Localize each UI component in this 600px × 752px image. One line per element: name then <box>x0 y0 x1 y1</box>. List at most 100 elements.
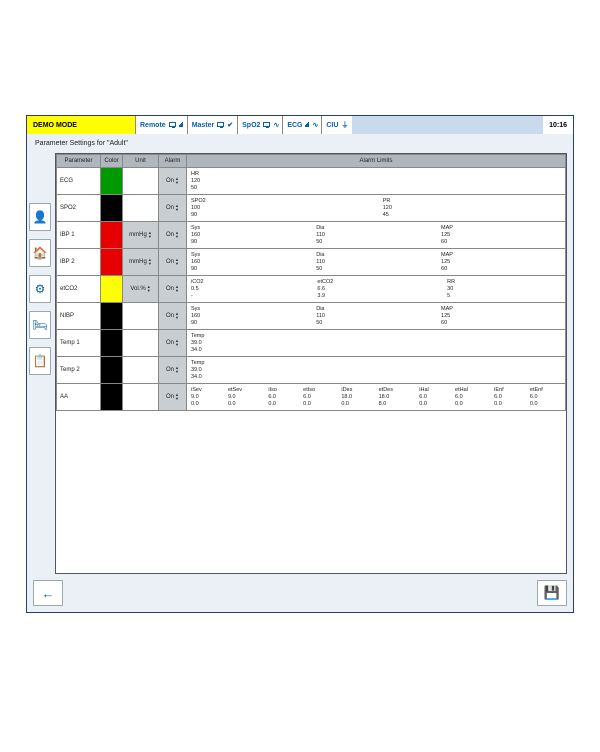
param-cell: etCO2 <box>57 276 101 303</box>
color-cell[interactable] <box>101 303 123 330</box>
clock: 10:16 <box>543 116 573 134</box>
table-row: etCO2 Vol.%▲▼On▲▼iCO20.5-etCO26.63.9RR305 <box>57 276 566 303</box>
limits-cell: iCO20.5-etCO26.63.9RR305 <box>187 276 566 303</box>
color-cell[interactable] <box>101 357 123 384</box>
limits-cell: Temp39.034.0 <box>187 330 566 357</box>
app-window: DEMO MODE RemoteMaster✔SpO2∿ECG∿CIU⏚ 10:… <box>26 115 574 613</box>
limits-cell: Sys16090Dia11050MAP12560 <box>187 249 566 276</box>
settings-icon: ⚙ <box>35 282 46 296</box>
wave-icon: ∿ <box>273 121 278 129</box>
unit-cell <box>123 168 159 195</box>
page-title: Parameter Settings for "Adult" <box>27 134 573 153</box>
table-row: NIBP On▲▼Sys16090Dia11050MAP12560 <box>57 303 566 330</box>
status-spo2[interactable]: SpO2∿ <box>237 116 282 134</box>
alarm-cell[interactable]: On▲▼ <box>159 357 187 384</box>
unit-cell[interactable]: Vol.%▲▼ <box>123 276 159 303</box>
status-master[interactable]: Master✔ <box>187 116 237 134</box>
color-swatch <box>101 249 122 275</box>
color-swatch <box>101 222 122 248</box>
color-swatch <box>101 330 122 356</box>
color-cell[interactable] <box>101 222 123 249</box>
table-row: SPO2 On▲▼SPO210090PR12045 <box>57 195 566 222</box>
color-swatch <box>101 195 122 221</box>
limits-cell: HR12050 <box>187 168 566 195</box>
col-header: Alarm <box>159 155 187 168</box>
unit-cell <box>123 330 159 357</box>
sidebar: 👤 🏠 ⚙ 🛏 📋 <box>27 153 53 574</box>
limits-cell: Temp39.034.0 <box>187 357 566 384</box>
unit-cell[interactable]: mmHg▲▼ <box>123 249 159 276</box>
color-cell[interactable] <box>101 168 123 195</box>
home-icon: 🏠 <box>33 246 48 260</box>
alarm-cell[interactable]: On▲▼ <box>159 384 187 411</box>
param-cell: ECG <box>57 168 101 195</box>
color-cell[interactable] <box>101 330 123 357</box>
unit-cell <box>123 303 159 330</box>
unit-cell[interactable]: mmHg▲▼ <box>123 222 159 249</box>
color-cell[interactable] <box>101 249 123 276</box>
alarm-cell[interactable]: On▲▼ <box>159 168 187 195</box>
param-cell: Temp 2 <box>57 357 101 384</box>
save-icon: 💾 <box>544 585 560 601</box>
settings-button[interactable]: ⚙ <box>29 275 51 303</box>
monitor-icon <box>217 122 224 129</box>
arrow-left-icon: ← <box>42 586 55 601</box>
home-button[interactable]: 🏠 <box>29 239 51 267</box>
patient-icon: 👤 <box>33 210 48 224</box>
save-button[interactable]: 💾 <box>537 580 567 606</box>
param-cell: SPO2 <box>57 195 101 222</box>
param-cell: Temp 1 <box>57 330 101 357</box>
alarm-cell[interactable]: On▲▼ <box>159 303 187 330</box>
demo-mode-badge: DEMO MODE <box>27 116 135 134</box>
unit-cell <box>123 384 159 411</box>
param-cell: AA <box>57 384 101 411</box>
limits-cell: Sys16090Dia11050MAP12560 <box>187 222 566 249</box>
status-ciu[interactable]: CIU⏚ <box>321 116 352 134</box>
clipboard-button[interactable]: 📋 <box>29 347 51 375</box>
color-swatch <box>101 276 122 302</box>
col-header: Alarm Limits <box>187 155 566 168</box>
patient-button[interactable]: 👤 <box>29 203 51 231</box>
table-row: Temp 1 On▲▼Temp39.034.0 <box>57 330 566 357</box>
parameter-table: ParameterColorUnitAlarmAlarm Limits ECG O… <box>55 153 567 574</box>
bed-icon: 🛏 <box>32 318 47 332</box>
monitor-icon <box>169 122 176 129</box>
col-header: Unit <box>123 155 159 168</box>
alarm-cell[interactable]: On▲▼ <box>159 249 187 276</box>
color-swatch <box>101 384 122 410</box>
alarm-cell[interactable]: On▲▼ <box>159 330 187 357</box>
signal-icon <box>305 122 309 129</box>
alarm-cell[interactable]: On▲▼ <box>159 195 187 222</box>
wave-icon: ∿ <box>312 121 317 129</box>
col-header: Color <box>101 155 123 168</box>
top-bar: DEMO MODE RemoteMaster✔SpO2∿ECG∿CIU⏚ 10:… <box>27 116 573 134</box>
status-ecg[interactable]: ECG∿ <box>282 116 321 134</box>
table-row: Temp 2 On▲▼Temp39.034.0 <box>57 357 566 384</box>
color-cell[interactable] <box>101 195 123 222</box>
table-row: AAOn▲▼iSev9.00.0etSev9.00.0iIso6.00.0etI… <box>57 384 566 411</box>
check-icon: ✔ <box>227 121 233 129</box>
color-swatch <box>101 357 122 383</box>
unit-cell <box>123 195 159 222</box>
alarm-cell[interactable]: On▲▼ <box>159 222 187 249</box>
back-button[interactable]: ← <box>33 580 63 606</box>
status-remote[interactable]: Remote <box>135 116 187 134</box>
param-cell: IBP 1 <box>57 222 101 249</box>
col-header: Parameter <box>57 155 101 168</box>
limits-cell: SPO210090PR12045 <box>187 195 566 222</box>
plug-icon: ⏚ <box>341 120 348 130</box>
alarm-cell[interactable]: On▲▼ <box>159 276 187 303</box>
table-row: IBP 2 mmHg▲▼On▲▼Sys16090Dia11050MAP12560 <box>57 249 566 276</box>
clipboard-icon: 📋 <box>33 354 48 368</box>
bed-button[interactable]: 🛏 <box>29 311 51 339</box>
color-cell[interactable] <box>101 384 123 411</box>
table-row: ECG On▲▼HR12050 <box>57 168 566 195</box>
param-cell: IBP 2 <box>57 249 101 276</box>
color-swatch <box>101 168 122 194</box>
color-cell[interactable] <box>101 276 123 303</box>
unit-cell <box>123 357 159 384</box>
param-cell: NIBP <box>57 303 101 330</box>
signal-icon <box>179 122 183 129</box>
limits-cell: Sys16090Dia11050MAP12560 <box>187 303 566 330</box>
monitor-icon <box>263 122 270 129</box>
